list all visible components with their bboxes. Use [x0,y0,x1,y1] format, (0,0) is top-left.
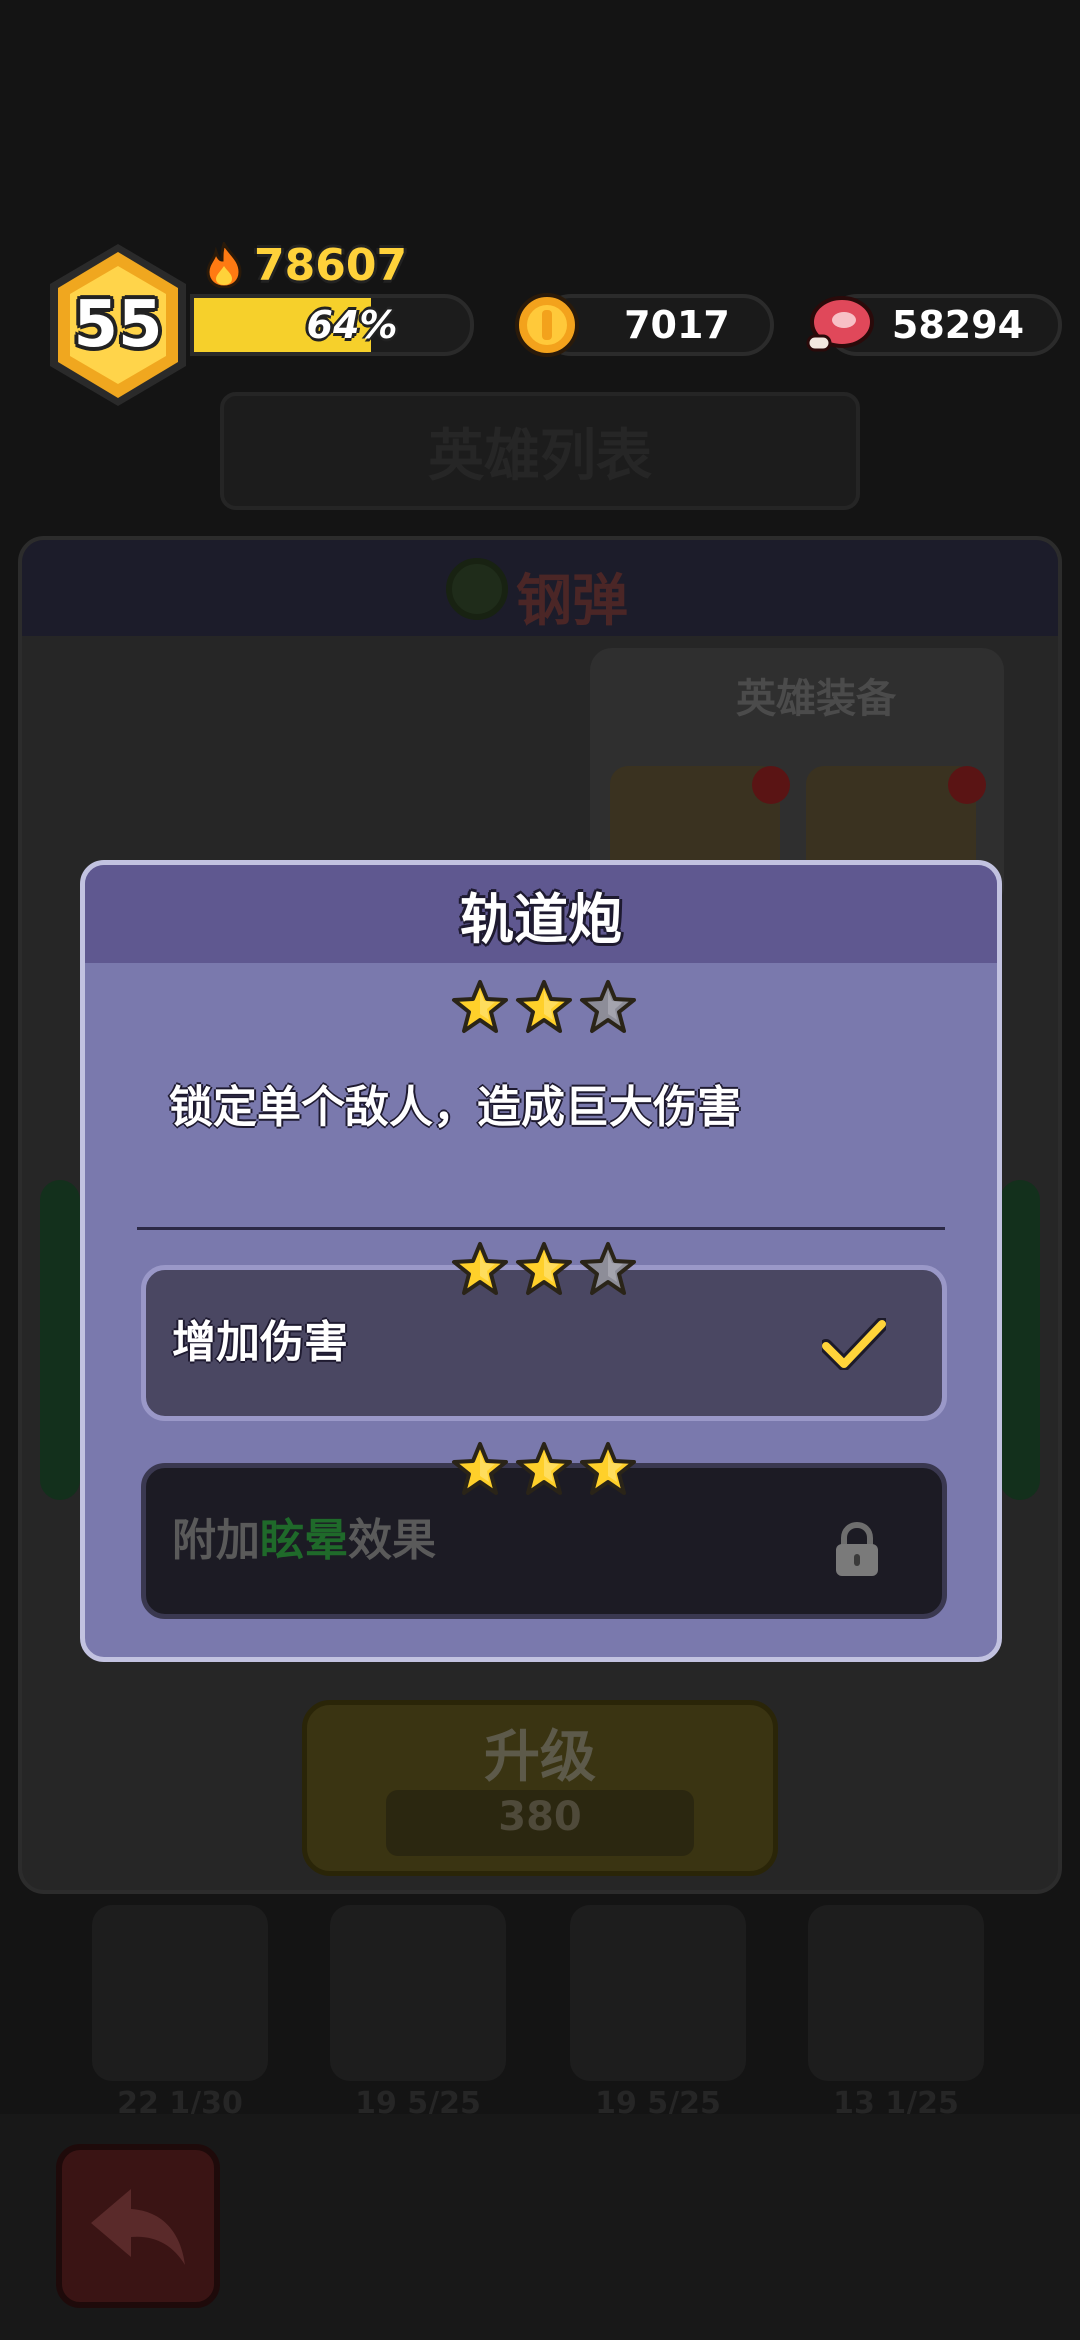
star-filled-icon [451,1441,509,1501]
xp-bar: 64% [190,294,474,356]
skill-title: 轨道炮 [460,887,622,951]
star-filled-icon [515,1241,573,1301]
option-label: 增加伤害 [172,1317,348,1368]
star-empty-icon [579,979,637,1039]
star-filled-icon [579,1441,637,1501]
meat-icon [806,296,874,352]
skill-description: 锁定单个敌人，造成巨大伤害 [169,1082,741,1133]
divider [137,1227,945,1230]
skill-stars [451,979,637,1039]
skill-dialog[interactable]: 轨道炮 锁定单个敌人，造成巨大伤害 增加伤害 附加眩晕效果 [80,860,1002,1662]
notification-dot [752,766,790,804]
star-filled-icon [515,979,573,1039]
back-arrow-icon [91,2189,185,2265]
upgrade-label: 升级 [484,1725,596,1790]
meat-value: 58294 [891,303,1025,347]
star-filled-icon [451,979,509,1039]
hero-card[interactable] [808,1905,984,2081]
coins-value: 7017 [624,303,730,347]
stat-bar-left [40,1180,80,1500]
player-level: 55 [73,288,163,362]
star-filled-icon [451,1241,509,1301]
power-display: 78607 [204,239,408,291]
flame-icon [206,242,242,288]
option-label: 附加眩晕效果 [172,1515,436,1566]
coin-icon [515,293,579,357]
power-value: 78607 [254,239,408,291]
hero-name: 钢弹 [516,569,628,634]
notification-dot [948,766,986,804]
check-icon [822,1318,886,1370]
lock-icon [836,1522,878,1576]
hero-card[interactable] [570,1905,746,2081]
screen-title: 英雄列表 [220,392,860,510]
upgrade-cost: 380 [498,1794,582,1840]
xp-percent: 64% [306,303,398,347]
hero-card[interactable] [330,1905,506,2081]
option-1-stars [451,1241,637,1301]
star-empty-icon [579,1241,637,1301]
skill-dialog-header: 轨道炮 [85,865,997,963]
star-filled-icon [515,1441,573,1501]
hero-class-icon [446,558,508,620]
equipment-label: 英雄装备 [736,676,896,722]
stat-bar-right [1000,1180,1040,1500]
hero-card[interactable] [92,1905,268,2081]
option-2-stars [451,1441,637,1501]
stun-keyword: 眩晕 [260,1515,348,1566]
back-button[interactable] [56,2144,220,2308]
